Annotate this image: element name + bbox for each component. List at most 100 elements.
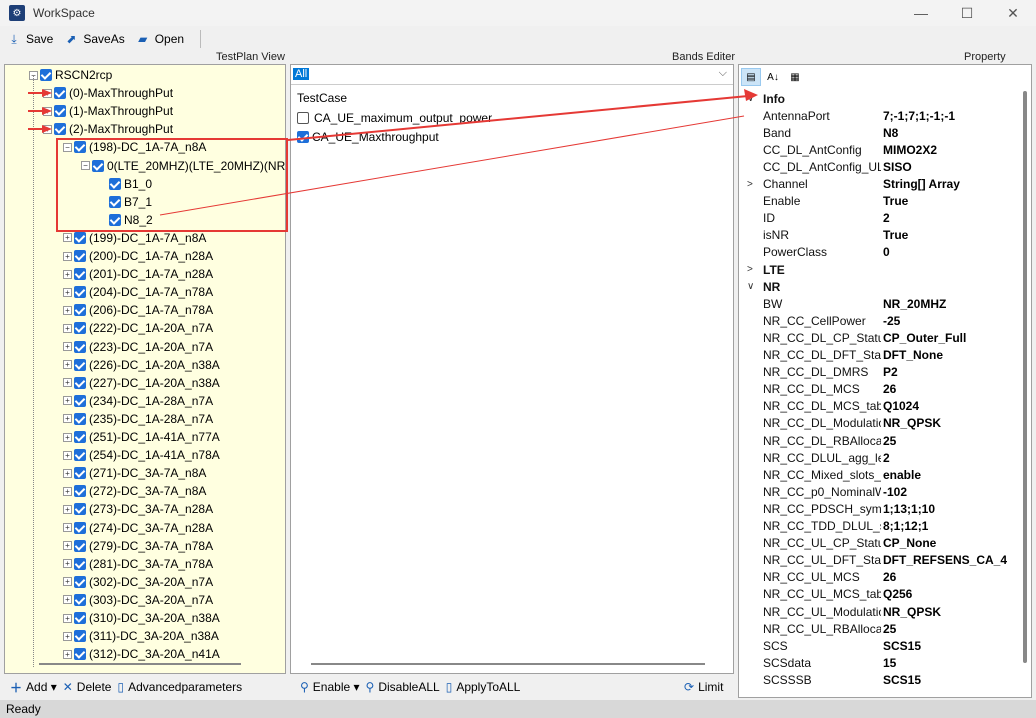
- expand-icon[interactable]: +: [63, 613, 72, 623]
- chevron-right-icon[interactable]: >: [747, 264, 753, 275]
- property-value[interactable]: CP_None: [883, 536, 936, 550]
- maximize-button[interactable]: ☐: [944, 0, 990, 26]
- checkbox[interactable]: [74, 250, 86, 262]
- property-value[interactable]: SCS15: [883, 639, 921, 653]
- expand-icon[interactable]: +: [63, 468, 72, 478]
- horizontal-scrollbar[interactable]: [39, 663, 241, 665]
- property-value[interactable]: True: [883, 228, 908, 242]
- tree-node[interactable]: + (206)-DC_1A-7A_n78A: [63, 301, 213, 319]
- property-row[interactable]: PowerClass 0: [739, 244, 1019, 261]
- property-row[interactable]: NR_CC_DL_DFT_StatusDFT_None: [739, 347, 1019, 364]
- property-value[interactable]: NR_20MHZ: [883, 297, 946, 311]
- checkbox[interactable]: [74, 231, 86, 244]
- tree-node[interactable]: + (1)-MaxThroughPut: [43, 102, 173, 120]
- horizontal-scrollbar[interactable]: [311, 663, 705, 665]
- delete-button[interactable]: ✕ Delete: [63, 680, 112, 694]
- checkbox[interactable]: [54, 105, 66, 118]
- tree-node[interactable]: + (222)-DC_1A-20A_n7A: [63, 319, 213, 337]
- property-value[interactable]: NR_QPSK: [883, 605, 941, 619]
- property-row[interactable]: NR_CC_DL_RBAllocation25: [739, 432, 1019, 449]
- checkbox[interactable]: [74, 412, 86, 425]
- chevron-right-icon[interactable]: >: [747, 179, 753, 190]
- checkbox[interactable]: [74, 340, 86, 353]
- property-value[interactable]: CP_Outer_Full: [883, 331, 966, 345]
- property-row[interactable]: SCS SCS15: [739, 637, 1019, 654]
- property-row[interactable]: SCSSSB SCS15: [739, 671, 1019, 688]
- expand-icon[interactable]: +: [63, 414, 72, 424]
- property-row[interactable]: NR_CC_DL_Modulation NR_QPSK: [739, 415, 1019, 432]
- property-value[interactable]: 2: [883, 451, 890, 465]
- property-value[interactable]: P2: [883, 365, 898, 379]
- checkbox[interactable]: [74, 286, 86, 299]
- tree-node[interactable]: + (235)-DC_1A-28A_n7A: [63, 410, 213, 428]
- checkbox[interactable]: [54, 123, 66, 136]
- property-row[interactable]: NR_CC_DL_CP_Status CP_Outer_Full: [739, 329, 1019, 346]
- tree-node[interactable]: + (271)-DC_3A-7A_n8A: [63, 464, 206, 482]
- property-value[interactable]: Q1024: [883, 399, 919, 413]
- checkbox[interactable]: [74, 268, 86, 281]
- property-value[interactable]: -25: [883, 314, 900, 328]
- property-category[interactable]: ∨ NR: [739, 278, 1019, 295]
- tree-node[interactable]: + (311)-DC_3A-20A_n38A: [63, 627, 219, 645]
- checkbox[interactable]: [54, 87, 66, 100]
- expand-icon[interactable]: +: [63, 577, 72, 587]
- property-value[interactable]: 26: [883, 382, 896, 396]
- expand-icon[interactable]: +: [63, 342, 72, 351]
- tree-node[interactable]: + (226)-DC_1A-20A_n38A: [63, 356, 220, 374]
- checkbox[interactable]: [74, 467, 86, 480]
- vertical-scrollbar[interactable]: [1023, 91, 1027, 663]
- property-value[interactable]: -102: [883, 485, 907, 499]
- chevron-down-icon[interactable]: ∨: [747, 93, 754, 104]
- tree-node[interactable]: + (273)-DC_3A-7A_n28A: [63, 500, 213, 518]
- property-value[interactable]: N8: [883, 126, 898, 140]
- property-row[interactable]: NR_CC_DL_DMRS P2: [739, 364, 1019, 381]
- expand-icon[interactable]: +: [63, 251, 72, 261]
- property-value[interactable]: 1;13;1;10: [883, 502, 935, 516]
- checkbox[interactable]: [74, 485, 86, 498]
- property-value[interactable]: DFT_REFSENS_CA_4: [883, 553, 1007, 567]
- tree-node[interactable]: + (201)-DC_1A-7A_n28A: [63, 265, 213, 283]
- tree-node[interactable]: + (2)-MaxThroughPut: [43, 120, 173, 138]
- checkbox[interactable]: [40, 69, 52, 81]
- property-row[interactable]: BW NR_20MHZ: [739, 295, 1019, 312]
- property-row[interactable]: CC_DL_AntConfig_UL SISO: [739, 158, 1019, 175]
- property-value[interactable]: True: [883, 194, 908, 208]
- expand-icon[interactable]: +: [63, 360, 72, 370]
- tree-node[interactable]: + (281)-DC_3A-7A_n78A: [63, 555, 213, 573]
- property-value[interactable]: 25: [883, 434, 896, 448]
- expand-icon[interactable]: +: [63, 432, 72, 442]
- tree-node[interactable]: + (302)-DC_3A-20A_n7A: [63, 573, 213, 591]
- checkbox[interactable]: [74, 575, 86, 588]
- property-row[interactable]: AntennaPort 7;-1;7;1;-1;-1: [739, 107, 1019, 124]
- property-value[interactable]: String[] Array: [883, 177, 960, 191]
- close-button[interactable]: ✕: [990, 0, 1036, 26]
- property-row[interactable]: ID 2: [739, 210, 1019, 227]
- checkbox[interactable]: [74, 322, 86, 335]
- tree-node[interactable]: + (303)-DC_3A-20A_n7A: [63, 591, 213, 609]
- checkbox[interactable]: [74, 539, 86, 552]
- open-button[interactable]: ▰ Open: [135, 31, 184, 47]
- property-row[interactable]: NR_CC_UL_MCS 26: [739, 569, 1019, 586]
- tree-node[interactable]: + (251)-DC_1A-41A_n77A: [63, 428, 220, 446]
- expand-icon[interactable]: +: [63, 523, 72, 532]
- expand-icon[interactable]: +: [63, 305, 72, 315]
- disableall-button[interactable]: ⚲ DisableALL: [366, 680, 440, 694]
- checkbox[interactable]: [74, 630, 86, 643]
- property-row[interactable]: NR_CC_UL_Modulation NR_QPSK: [739, 603, 1019, 620]
- saveas-button[interactable]: ⬈ SaveAs: [63, 31, 124, 47]
- tree-node[interactable]: + (204)-DC_1A-7A_n78A: [63, 283, 213, 301]
- expand-icon[interactable]: +: [63, 378, 72, 388]
- limit-button[interactable]: ⟳ Limit: [684, 676, 723, 698]
- property-value[interactable]: 25: [883, 622, 896, 636]
- categorized-icon[interactable]: ▤: [741, 68, 761, 86]
- property-value[interactable]: DFT_None: [883, 348, 943, 362]
- sort-alpha-icon[interactable]: A↓: [763, 68, 783, 86]
- property-row[interactable]: NR_CC_UL_CP_Status CP_None: [739, 535, 1019, 552]
- tree-node[interactable]: + (254)-DC_1A-41A_n78A: [63, 446, 220, 464]
- testcase-item[interactable]: CA_UE_Maxthroughput: [297, 130, 439, 144]
- property-value[interactable]: 7;-1;7;1;-1;-1: [883, 109, 955, 123]
- add-button[interactable]: ＋ Add ▾: [10, 679, 57, 696]
- checkbox[interactable]: [297, 131, 309, 143]
- property-row[interactable]: NR_CC_TDD_DLUL_slo8;1;12;1: [739, 518, 1019, 535]
- chevron-down-icon[interactable]: ∨: [747, 281, 754, 292]
